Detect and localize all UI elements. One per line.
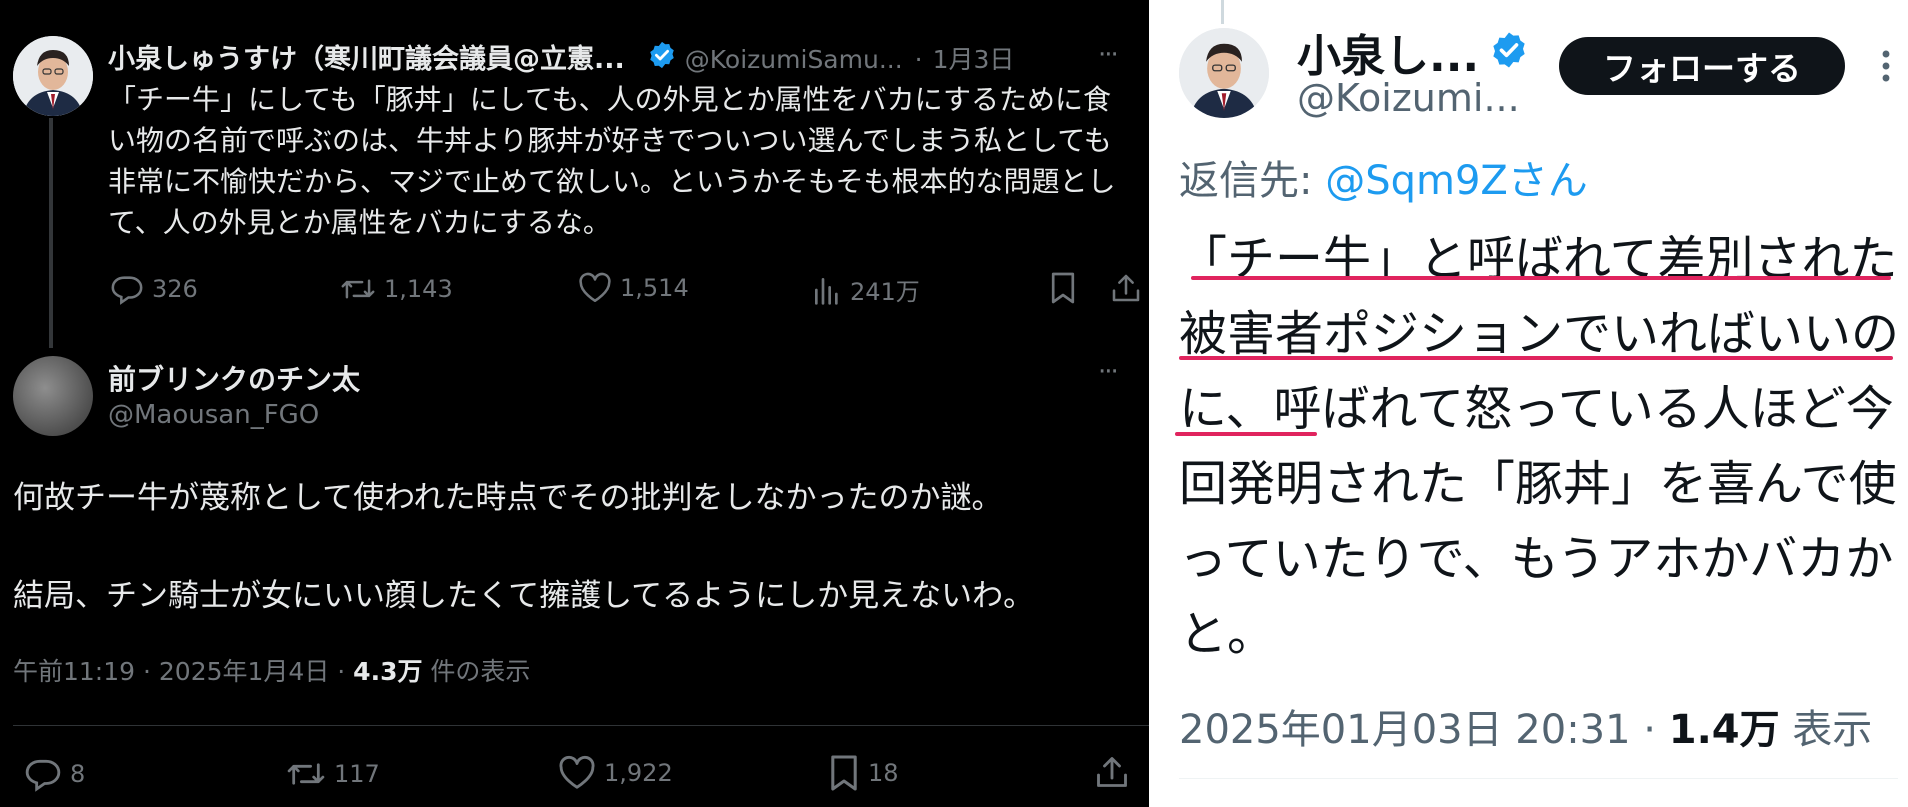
thread-line [49, 118, 53, 348]
bookmark-icon [831, 755, 857, 791]
post-timestamp[interactable]: 2025年01月03日 20:31 · [1179, 707, 1669, 753]
post-text: 「チー牛」にしても「豚丼」にしても、人の外見とか属性をバカにするために食い物の名… [108, 83, 1116, 239]
view-count: 241万 [850, 278, 920, 306]
reply-icon [25, 759, 61, 792]
author-name-row: 小泉し... [1297, 20, 1529, 84]
left-panel: 小泉しゅうすけ（寒川町議会議員@立憲... @KoizumiSamu... · … [0, 0, 1149, 807]
author-name[interactable]: 小泉しゅうすけ（寒川町議会議員@立憲... [108, 42, 625, 78]
author-handle[interactable]: @KoizumiSamu... [685, 42, 903, 78]
reply-to: 返信先: @Sqm9Zさん [1179, 148, 1588, 206]
thread-line-top [1221, 0, 1224, 24]
more-options-icon[interactable] [1879, 48, 1893, 88]
post-text: 「チー牛」と呼ばれて差別された被害者ポジションでいればいいのに、呼ばれて怒ってい… [1179, 231, 1900, 662]
reply-view-suffix: 件の表示 [422, 657, 531, 686]
reply-share-action[interactable] [1094, 753, 1130, 791]
repost-count: 1,143 [384, 275, 453, 303]
reply-view-count: 4.3万 [353, 657, 423, 686]
share-action[interactable] [1110, 271, 1142, 305]
reply-repost-count: 117 [334, 760, 380, 788]
highlight-underline-1 [1191, 276, 1891, 280]
reply-bookmark-action[interactable]: 18 [828, 753, 899, 793]
reply-text-line-2: 結局、チン騎士が女にいい顔したくて擁護してるようにしか見えないわ。 [13, 578, 1035, 614]
author-name[interactable]: 小泉し... [1297, 20, 1479, 84]
separator: · [914, 45, 923, 74]
post-view-count: 1.4万 [1668, 707, 1780, 753]
reply-timestamp[interactable]: 午前11:19 · 2025年1月4日 · [13, 657, 353, 686]
highlight-underline-3 [1175, 432, 1317, 436]
author-avatar[interactable] [13, 36, 93, 116]
reply-to-prefix: 返信先: [1179, 158, 1326, 204]
more-options-icon[interactable]: ··· [1098, 40, 1119, 70]
reply-author-avatar[interactable] [13, 356, 93, 436]
reply-reply-count: 8 [70, 760, 86, 788]
views-icon [815, 277, 838, 305]
post-date[interactable]: 1月3日 [933, 42, 1015, 78]
reply-count: 326 [152, 275, 198, 303]
repost-icon [341, 279, 375, 299]
post-view-suffix: 表示 [1779, 707, 1873, 753]
bookmark-icon [1051, 272, 1075, 304]
reply-author-name[interactable]: 前ブリンクのチン太 [108, 358, 360, 398]
repost-action[interactable]: 1,143 [340, 272, 453, 306]
author-avatar[interactable] [1179, 28, 1269, 118]
post-meta: 2025年01月03日 20:31 · 1.4万 表示 [1179, 697, 1872, 755]
highlight-underline-2 [1179, 356, 1893, 360]
reply-like-count: 1,922 [604, 759, 673, 787]
follow-button[interactable]: フォローする [1559, 37, 1845, 95]
reply-to-handle[interactable]: @Sqm9Zさん [1325, 158, 1588, 204]
verified-badge-icon [1489, 30, 1529, 74]
reply-icon [111, 276, 143, 305]
reply-meta: 午前11:19 · 2025年1月4日 · 4.3万 件の表示 [13, 652, 530, 688]
bottom-divider [1179, 778, 1898, 779]
divider [13, 725, 1149, 726]
views-action[interactable]: 241万 [812, 272, 920, 307]
reply-action[interactable]: 326 [110, 272, 198, 306]
reply-like-action[interactable]: 1,922 [558, 755, 673, 791]
right-panel: 小泉し... @Koizumi... フォローする 返信先: @Sqm9Zさん … [1149, 0, 1908, 807]
like-count: 1,514 [620, 274, 689, 302]
bookmark-action[interactable] [1049, 271, 1077, 305]
heart-icon [579, 272, 611, 303]
author-handle[interactable]: @Koizumi... [1297, 76, 1520, 120]
author-header: 小泉しゅうすけ（寒川町議会議員@立憲... @KoizumiSamu... · … [108, 40, 1014, 80]
reply-reply-action[interactable]: 8 [24, 755, 85, 793]
reply-bookmark-count: 18 [868, 759, 899, 787]
reply-text-line-1: 何故チー牛が蔑称として使われた時点でその批判をしなかったのか謎。 [13, 480, 1003, 516]
reply-more-options-icon[interactable]: ··· [1098, 357, 1119, 387]
verified-badge-icon [647, 40, 677, 80]
reply-repost-action[interactable]: 117 [286, 755, 380, 793]
repost-icon [287, 763, 325, 785]
reply-author-handle[interactable]: @Maousan_FGO [108, 400, 319, 430]
like-action[interactable]: 1,514 [578, 272, 689, 304]
share-icon [1097, 757, 1127, 787]
heart-icon [559, 755, 595, 789]
share-icon [1112, 274, 1140, 302]
